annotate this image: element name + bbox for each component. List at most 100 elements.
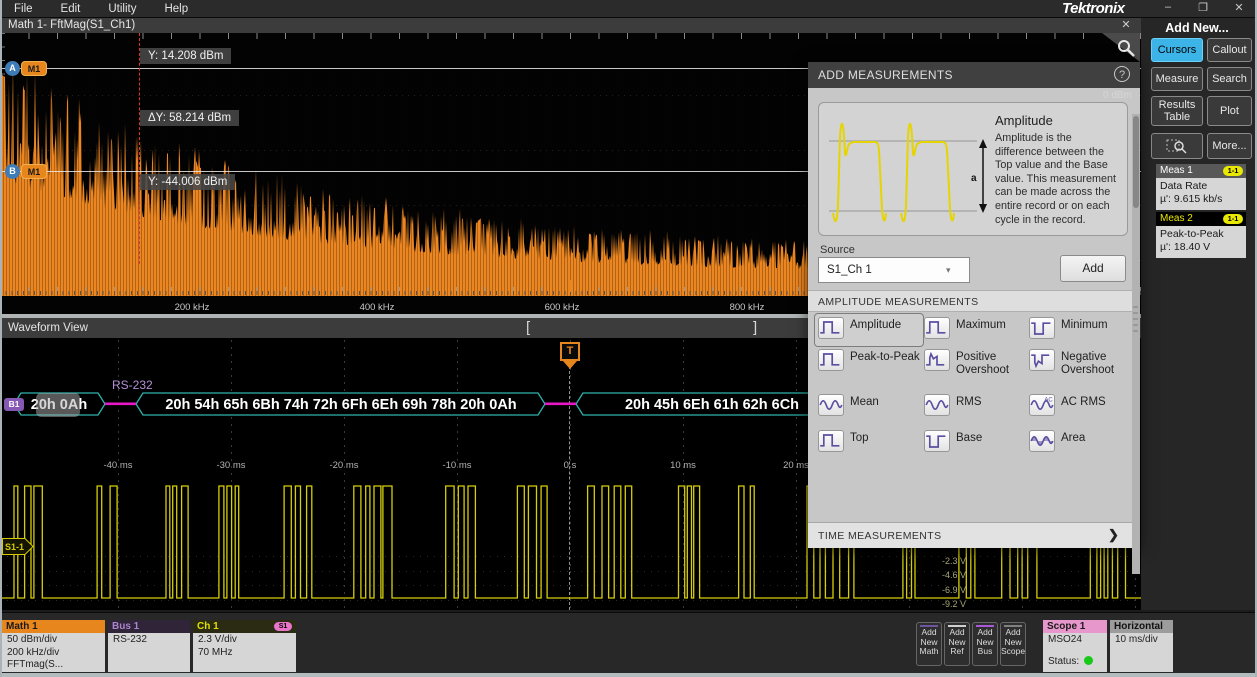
measurement-item-base[interactable]: Base [924,430,1024,456]
time-axis-label: -20 ms [319,460,369,471]
info-title: Amplitude [995,113,1053,128]
add-new-plot-button[interactable]: Plot [1207,96,1252,126]
menu-item-file[interactable]: File [0,3,47,15]
scrollbar-thumb[interactable] [1133,116,1139,208]
base-icon[interactable] [924,430,950,452]
restore-button[interactable]: ❐ [1192,1,1214,15]
add-new-cursors-button[interactable]: Cursors [1151,38,1203,62]
add-button[interactable]: Add [1060,255,1126,282]
measurement-item-peak-to-peak[interactable]: Peak-to-Peak [818,349,920,381]
add-new-bus-button[interactable]: Add New Bus [972,622,998,666]
cursor-b-m1-badge[interactable]: M1 [21,164,47,179]
help-icon[interactable]: ? [1114,66,1130,82]
math1-badge[interactable]: Math 150 dBm/div200 kHz/divFFTmag(S... [2,620,105,672]
fft-axis-label: 400 kHz [347,302,407,313]
minimum-icon[interactable] [1029,317,1055,339]
measurement-item-area[interactable]: Area [1029,430,1133,456]
ac-rms-icon[interactable]: AC [1029,394,1055,416]
cursor-b-badge[interactable]: B [5,164,20,179]
voltage-scale-label: -2.3 V [942,556,966,566]
measurement-label: RMS [956,396,982,409]
dialog-scrollbar[interactable] [1132,114,1140,574]
measurement-item-top[interactable]: Top [818,430,920,456]
measurement-label: Minimum [1061,319,1108,332]
bus-idle-line [545,403,576,406]
close-button[interactable]: ✕ [1228,1,1250,15]
menu-item-edit[interactable]: Edit [47,3,95,15]
time-axis-label: -40 ms [93,460,143,471]
badge-title: Math 1 [2,620,105,633]
expansion-bracket-left[interactable]: [ [526,319,530,337]
source-count-pill: 1-1 [1223,166,1243,176]
dialog-title[interactable]: ADD MEASUREMENTS [808,62,1140,88]
positive-overshoot-icon[interactable] [924,349,950,371]
measurement-item-rms[interactable]: RMS [924,394,1024,420]
menu-item-utility[interactable]: Utility [94,3,150,15]
measurement-item-minimum[interactable]: Minimum [1029,317,1133,343]
bus1-badge[interactable]: Bus 1RS-232 [108,620,190,672]
measurement-item-maximum[interactable]: Maximum [924,317,1024,343]
source-count-pill: 1-1 [1223,214,1243,224]
add-new-callout-button[interactable]: Callout [1207,38,1252,62]
bus1-badge[interactable]: B1 [4,398,24,411]
add-new-more--button[interactable]: More... [1207,133,1252,159]
meas-result-badge[interactable]: Meas 21-1Peak-to-Peakµ': 18.40 V [1156,212,1246,258]
amplitude-icon[interactable] [818,317,844,339]
magnifier-icon[interactable] [1116,38,1136,58]
fft-trigger-tick [568,280,571,292]
status-row: Status: [1048,656,1102,669]
measurement-label: Amplitude [850,319,901,332]
source-s1-tag[interactable]: S1-1 [2,538,34,555]
cursor-a-m1-badge[interactable]: M1 [21,61,47,76]
add-new-math-button[interactable]: Add New Math [916,622,942,666]
badge-title: Ch 1S1 [193,620,296,633]
measurement-item-amplitude[interactable]: Amplitude [818,317,920,343]
trigger-arrow-icon [563,361,577,369]
negative-overshoot-icon[interactable] [1029,349,1055,371]
measurement-item-negative-overshoot[interactable]: Negative Overshoot [1029,349,1133,381]
cursor-vertical-line[interactable] [139,33,140,264]
add-new-ref-button[interactable]: Add New Ref [944,622,970,666]
amplitude-illustration: a [825,107,993,231]
cursor-a-badge[interactable]: A [5,61,20,76]
math-view-title[interactable]: Math 1- FftMag(S1_Ch1) [0,18,1141,33]
chevron-right-icon[interactable]: ❯ [1108,522,1119,548]
measurement-label: AC RMS [1061,396,1106,409]
add-new-measure-button[interactable]: Measure [1151,67,1203,91]
rms-icon[interactable] [924,394,950,416]
measurement-item-positive-overshoot[interactable]: Positive Overshoot [924,349,1024,381]
ch1-badge[interactable]: Ch 1S12.3 V/div70 MHz [193,620,296,672]
top-icon[interactable] [818,430,844,452]
trigger-marker[interactable]: T [560,342,580,369]
meas-badge-body: Peak-to-Peakµ': 18.40 V [1156,226,1246,258]
peak-to-peak-icon[interactable] [818,349,844,371]
math-view-close-icon[interactable]: ✕ [1116,18,1136,33]
settings-bar: Acquire Math 150 dBm/div200 kHz/divFFTma… [0,612,1257,674]
fft-scale-label: 0 dBm [1103,90,1132,101]
add-new-results-table-button[interactable]: Results Table [1151,96,1203,126]
time-axis-label: 0 s [545,460,595,471]
time-axis-label: -10 ms [432,460,482,471]
cursor-delta-readout: ΔY: 58.214 dBm [140,110,239,126]
minimize-button[interactable]: – [1157,1,1179,15]
add-new-search-button[interactable]: Search [1207,67,1252,91]
splitter-grip[interactable] [1133,306,1138,336]
measurement-item-mean[interactable]: Mean [818,394,920,420]
meas-badge-title: Meas 11-1 [1156,164,1246,178]
horizontal-badge[interactable]: Horizontal10 ms/div [1110,620,1173,672]
zoom-button[interactable] [1151,133,1203,159]
expansion-bracket-right[interactable]: ] [753,319,757,337]
area-icon[interactable] [1029,430,1055,452]
mean-icon[interactable] [818,394,844,416]
time-axis-label: 10 ms [658,460,708,471]
maximum-icon[interactable] [924,317,950,339]
info-body: Amplitude is the difference between the … [995,132,1121,227]
add-new-scope-button[interactable]: Add New Scope [1000,622,1026,666]
menu-item-help[interactable]: Help [150,3,202,15]
meas-result-badge[interactable]: Meas 11-1Data Rateµ': 9.615 kb/s [1156,164,1246,210]
scope1-badge[interactable]: Scope 1MSO24Status: [1043,620,1107,672]
tektronix-logo: Tektronix [1062,0,1140,17]
measurement-item-ac-rms[interactable]: AC AC RMS [1029,394,1133,420]
time-measurements-header[interactable]: TIME MEASUREMENTS [808,522,1132,548]
badge-settings: 2.3 V/div70 MHz [193,633,296,672]
